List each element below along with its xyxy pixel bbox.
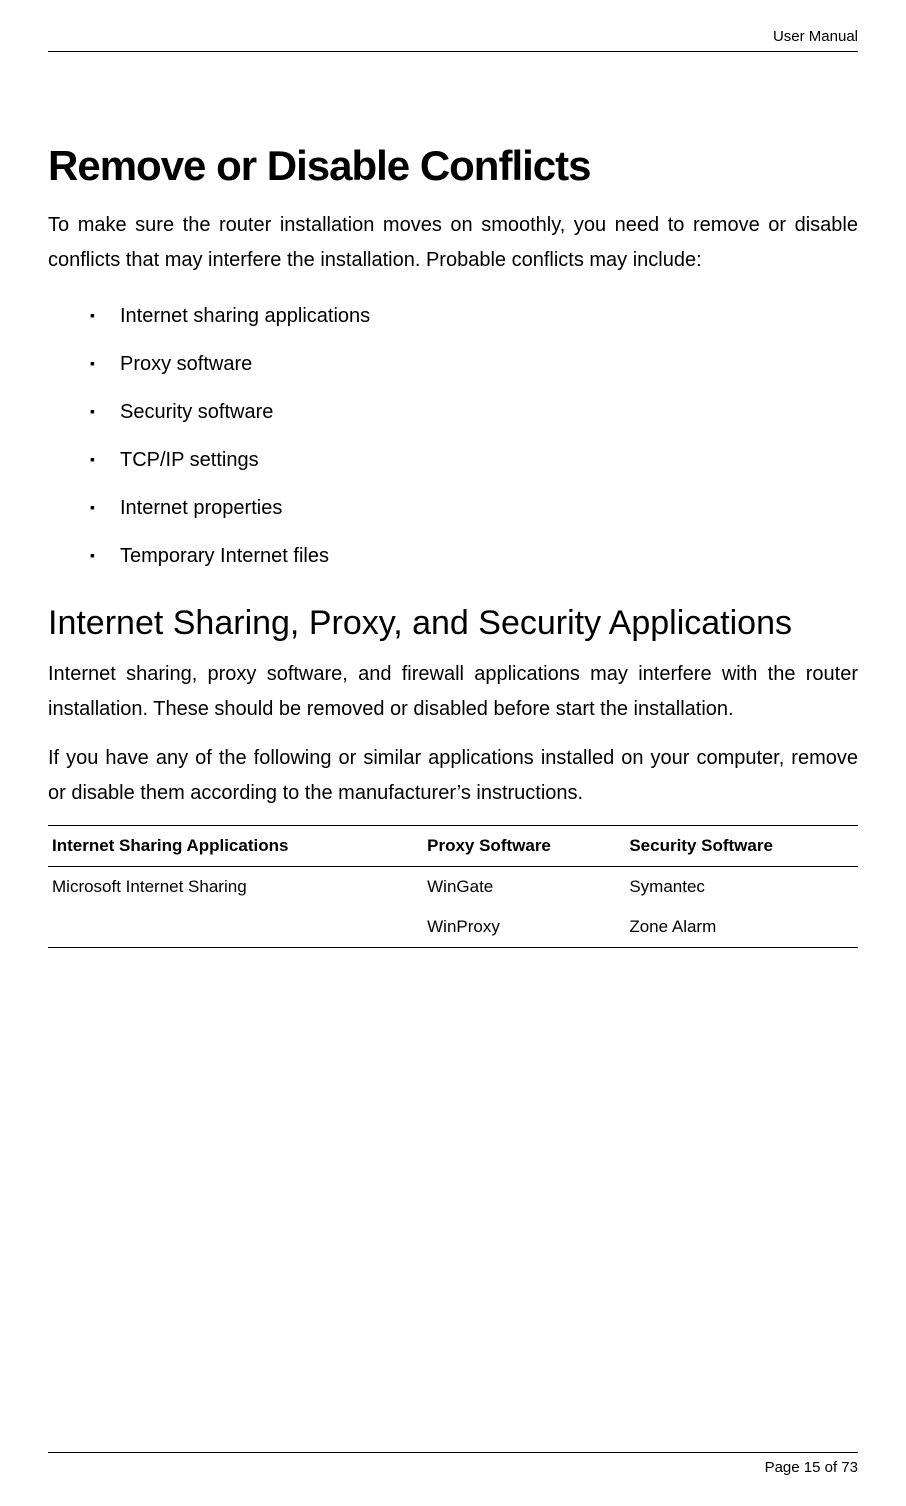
list-item: Temporary Internet files: [48, 532, 858, 580]
section-para-2: If you have any of the following or simi…: [48, 741, 858, 811]
table-header: Proxy Software: [423, 826, 625, 867]
table-header: Internet Sharing Applications: [48, 826, 423, 867]
list-item: Internet sharing applications: [48, 292, 858, 340]
table-row: Microsoft Internet Sharing WinGate Syman…: [48, 867, 858, 908]
table-cell: WinGate: [423, 867, 625, 908]
list-item: Security software: [48, 388, 858, 436]
page-title: Remove or Disable Conflicts: [48, 142, 858, 190]
software-table: Internet Sharing Applications Proxy Soft…: [48, 825, 858, 948]
list-item: Internet properties: [48, 484, 858, 532]
intro-paragraph: To make sure the router installation mov…: [48, 208, 858, 278]
table-cell: WinProxy: [423, 907, 625, 948]
table-cell: Microsoft Internet Sharing: [48, 867, 423, 908]
page: User Manual Remove or Disable Conflicts …: [0, 0, 906, 1506]
page-header: User Manual: [48, 28, 858, 52]
doc-label: User Manual: [773, 28, 858, 45]
table-header-row: Internet Sharing Applications Proxy Soft…: [48, 826, 858, 867]
table-cell: Zone Alarm: [625, 907, 858, 948]
section-para-1: Internet sharing, proxy software, and fi…: [48, 657, 858, 727]
page-footer: Page 15 of 73: [48, 1452, 858, 1476]
list-item: Proxy software: [48, 340, 858, 388]
table-row: WinProxy Zone Alarm: [48, 907, 858, 948]
table-cell: Symantec: [625, 867, 858, 908]
list-item: TCP/IP settings: [48, 436, 858, 484]
conflict-list: Internet sharing applications Proxy soft…: [48, 292, 858, 580]
section-heading: Internet Sharing, Proxy, and Security Ap…: [48, 604, 858, 643]
table-header: Security Software: [625, 826, 858, 867]
page-number: Page 15 of 73: [765, 1459, 858, 1476]
table-cell: [48, 907, 423, 948]
